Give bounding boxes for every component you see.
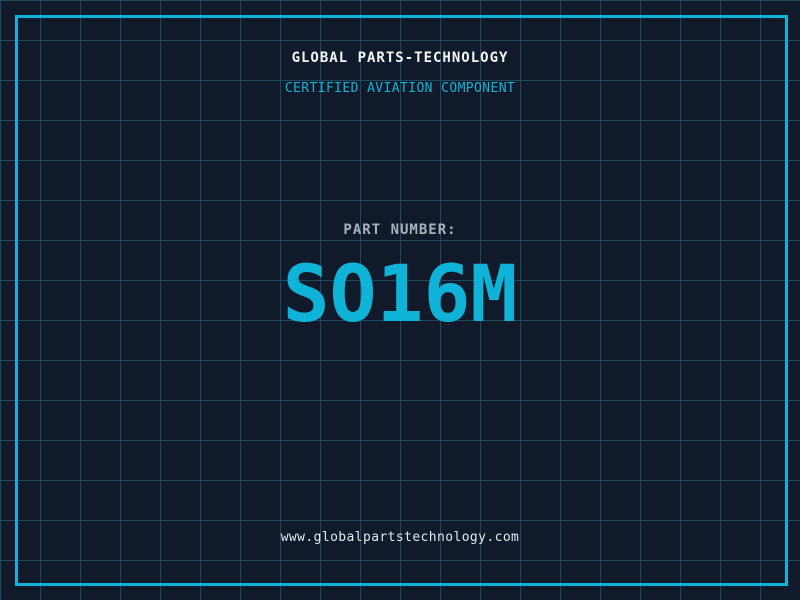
part-number-label: PART NUMBER: bbox=[0, 222, 800, 238]
certificate-placard: GLOBAL PARTS-TECHNOLOGY CERTIFIED AVIATI… bbox=[0, 0, 800, 600]
part-number-value: SO16M bbox=[0, 256, 800, 334]
certification-subtitle: CERTIFIED AVIATION COMPONENT bbox=[0, 81, 800, 96]
website-url: www.globalpartstechnology.com bbox=[0, 530, 800, 546]
company-name: GLOBAL PARTS-TECHNOLOGY bbox=[0, 50, 800, 66]
